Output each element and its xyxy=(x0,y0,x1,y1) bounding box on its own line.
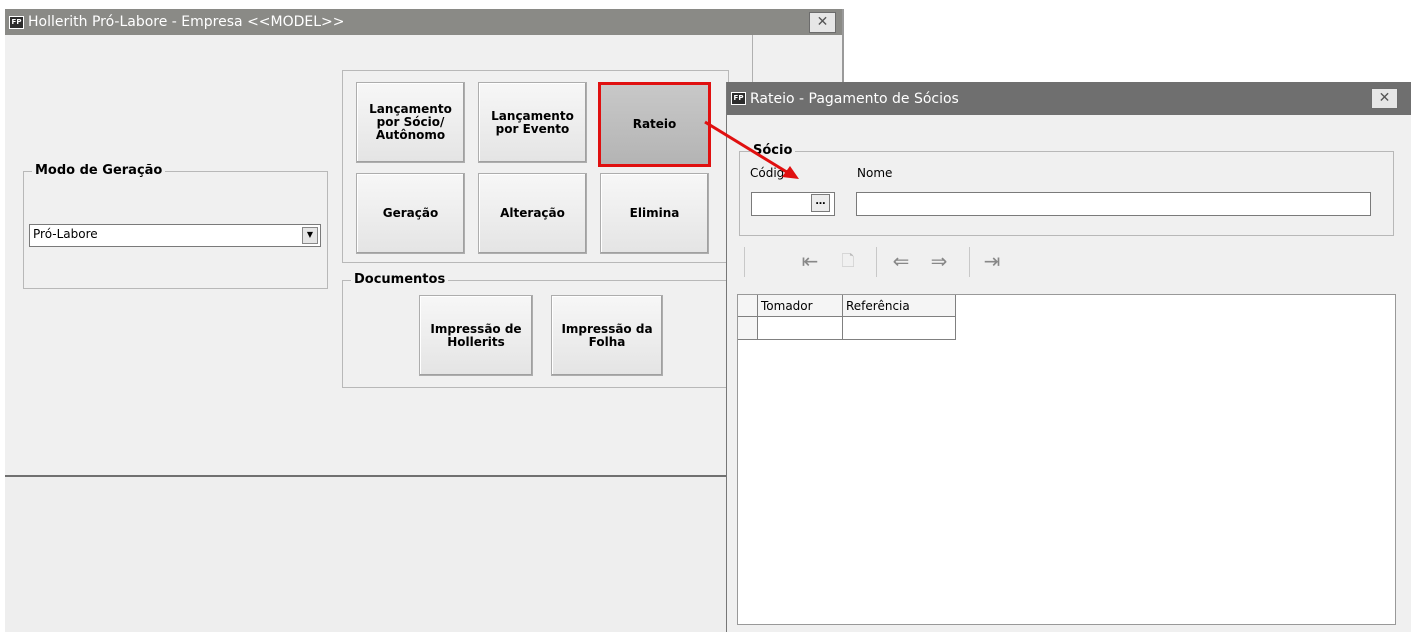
arrow-head xyxy=(782,166,799,179)
arrow-line xyxy=(704,120,791,176)
annotation-arrow xyxy=(704,120,799,179)
